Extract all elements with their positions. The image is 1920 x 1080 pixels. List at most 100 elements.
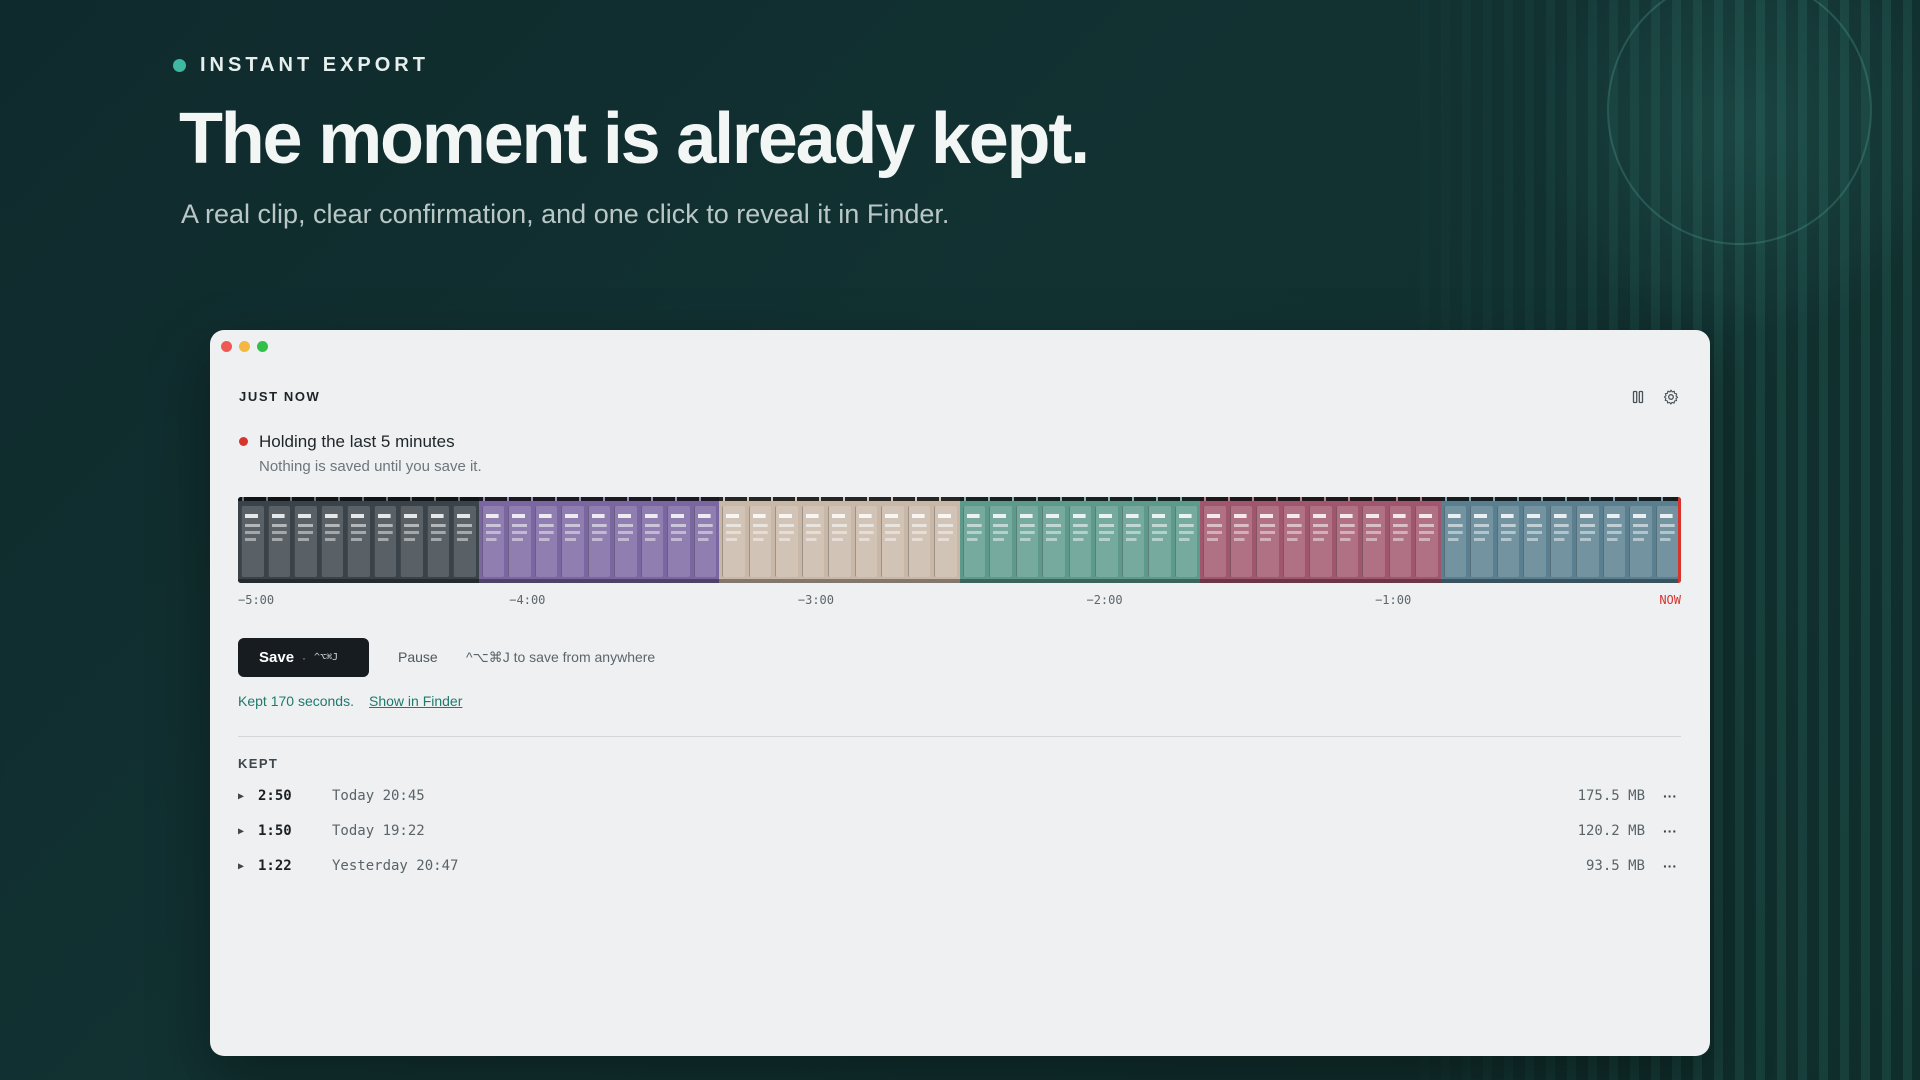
timeline-frame <box>534 506 557 577</box>
timeline-frame <box>1203 506 1226 577</box>
timeline-frame <box>640 506 663 577</box>
kept-row[interactable]: ▶ 1:22 Yesterday 20:47 93.5 MB ··· <box>238 855 1681 877</box>
timeline-frame <box>1309 506 1332 577</box>
timeline-frame <box>1470 506 1493 577</box>
timeline-frame <box>508 506 531 577</box>
timeline-frame <box>1335 506 1358 577</box>
kept-row[interactable]: ▶ 1:50 Today 19:22 120.2 MB ··· <box>238 820 1681 842</box>
timeline-frame <box>426 506 449 577</box>
more-options-icon[interactable]: ··· <box>1659 788 1681 804</box>
tick-label: −4:00 <box>509 593 546 607</box>
play-icon[interactable]: ▶ <box>238 861 258 872</box>
timeline-frame <box>775 506 798 577</box>
timeline-frame <box>1443 506 1466 577</box>
clip-timestamp: Today 20:45 <box>332 788 425 804</box>
show-in-finder-link[interactable]: Show in Finder <box>369 693 462 709</box>
subheadline: A real clip, clear confirmation, and one… <box>181 199 950 229</box>
pause-icon[interactable] <box>1628 387 1647 406</box>
timeline-segment <box>478 497 719 583</box>
timeline-segment <box>959 497 1200 583</box>
kept-list-title: KEPT <box>238 756 279 771</box>
eyebrow-dot-icon <box>173 59 186 72</box>
timeline-frame <box>1015 506 1038 577</box>
timeline-frame <box>854 506 877 577</box>
timeline-frame <box>1174 506 1197 577</box>
timeline-frame <box>1095 506 1118 577</box>
timeline-frame <box>1282 506 1305 577</box>
timeline-frame <box>881 506 904 577</box>
timeline-frame <box>1655 506 1678 577</box>
clip-timestamp: Yesterday 20:47 <box>332 858 459 874</box>
timeline-frame <box>907 506 930 577</box>
timeline-frame <box>1388 506 1411 577</box>
tick-label: −3:00 <box>797 593 834 607</box>
timeline-frame <box>1496 506 1519 577</box>
timeline-frame <box>1068 506 1091 577</box>
timeline-frame <box>1549 506 1572 577</box>
play-icon[interactable]: ▶ <box>238 791 258 802</box>
timeline-frame <box>693 506 716 577</box>
timeline-frame <box>1362 506 1385 577</box>
playhead[interactable] <box>1678 497 1681 583</box>
save-button[interactable]: Save · ^⌥⌘J <box>238 638 369 677</box>
eyebrow-label: INSTANT EXPORT <box>200 54 429 76</box>
tick-label: −5:00 <box>238 593 275 607</box>
timeline-segment <box>1200 497 1441 583</box>
timeline-frame <box>1629 506 1652 577</box>
minimize-window-button[interactable] <box>239 341 250 352</box>
timeline-frame <box>934 506 957 577</box>
global-shortcut-hint: ^⌥⌘J to save from anywhere <box>466 649 656 665</box>
status-title: Holding the last 5 minutes <box>259 432 455 451</box>
tick-label: −2:00 <box>1086 593 1123 607</box>
save-shortcut: ^⌥⌘J <box>314 652 339 663</box>
timeline-frame <box>828 506 851 577</box>
timeline-frame <box>722 506 745 577</box>
close-window-button[interactable] <box>221 341 232 352</box>
divider <box>238 736 1681 737</box>
toolbar-icons <box>1628 387 1680 406</box>
window-controls <box>221 341 268 352</box>
timeline-frame <box>241 506 264 577</box>
timeline-frame <box>748 506 771 577</box>
status-subtitle: Nothing is saved until you save it. <box>259 458 482 475</box>
timeline-frame <box>1576 506 1599 577</box>
clip-duration: 1:50 <box>258 823 292 839</box>
timeline-frame <box>453 506 476 577</box>
clip-duration: 1:22 <box>258 858 292 874</box>
timeline-frame <box>320 506 343 577</box>
play-icon[interactable]: ▶ <box>238 826 258 837</box>
app-window: JUST NOW Holding the last 5 minutes Noth… <box>210 330 1710 1056</box>
timeline-frame <box>1415 506 1438 577</box>
timeline-strip[interactable] <box>238 497 1681 583</box>
zoom-window-button[interactable] <box>257 341 268 352</box>
recording-dot-icon <box>239 437 248 446</box>
timeline-frame <box>667 506 690 577</box>
pause-button[interactable]: Pause <box>398 649 438 665</box>
timeline-segment <box>719 497 960 583</box>
timeline-frame <box>1042 506 1065 577</box>
more-options-icon[interactable]: ··· <box>1659 823 1681 839</box>
timeline-frame <box>614 506 637 577</box>
timeline-frame <box>267 506 290 577</box>
timeline-frame <box>587 506 610 577</box>
headline: The moment is already kept. <box>179 99 1090 179</box>
timeline-frame <box>1523 506 1546 577</box>
timeline-frame <box>347 506 370 577</box>
timeline-frame <box>989 506 1012 577</box>
clip-size: 175.5 MB <box>1577 788 1645 804</box>
timeline-frame <box>294 506 317 577</box>
timeline-frame <box>373 506 396 577</box>
section-title: JUST NOW <box>239 389 321 404</box>
timeline-ticks: −5:00 −4:00 −3:00 −2:00 −1:00 NOW <box>238 593 1681 609</box>
timeline-frame <box>481 506 504 577</box>
more-options-icon[interactable]: ··· <box>1659 858 1681 874</box>
timeline-frame <box>1256 506 1279 577</box>
timeline-frame <box>1229 506 1252 577</box>
clip-duration: 2:50 <box>258 788 292 804</box>
eyebrow: INSTANT EXPORT <box>173 54 429 77</box>
gear-icon[interactable] <box>1661 387 1680 406</box>
confirmation-message: Kept 170 seconds. <box>238 693 354 709</box>
kept-row[interactable]: ▶ 2:50 Today 20:45 175.5 MB ··· <box>238 785 1681 807</box>
save-button-label: Save <box>259 649 295 666</box>
clip-timestamp: Today 19:22 <box>332 823 425 839</box>
